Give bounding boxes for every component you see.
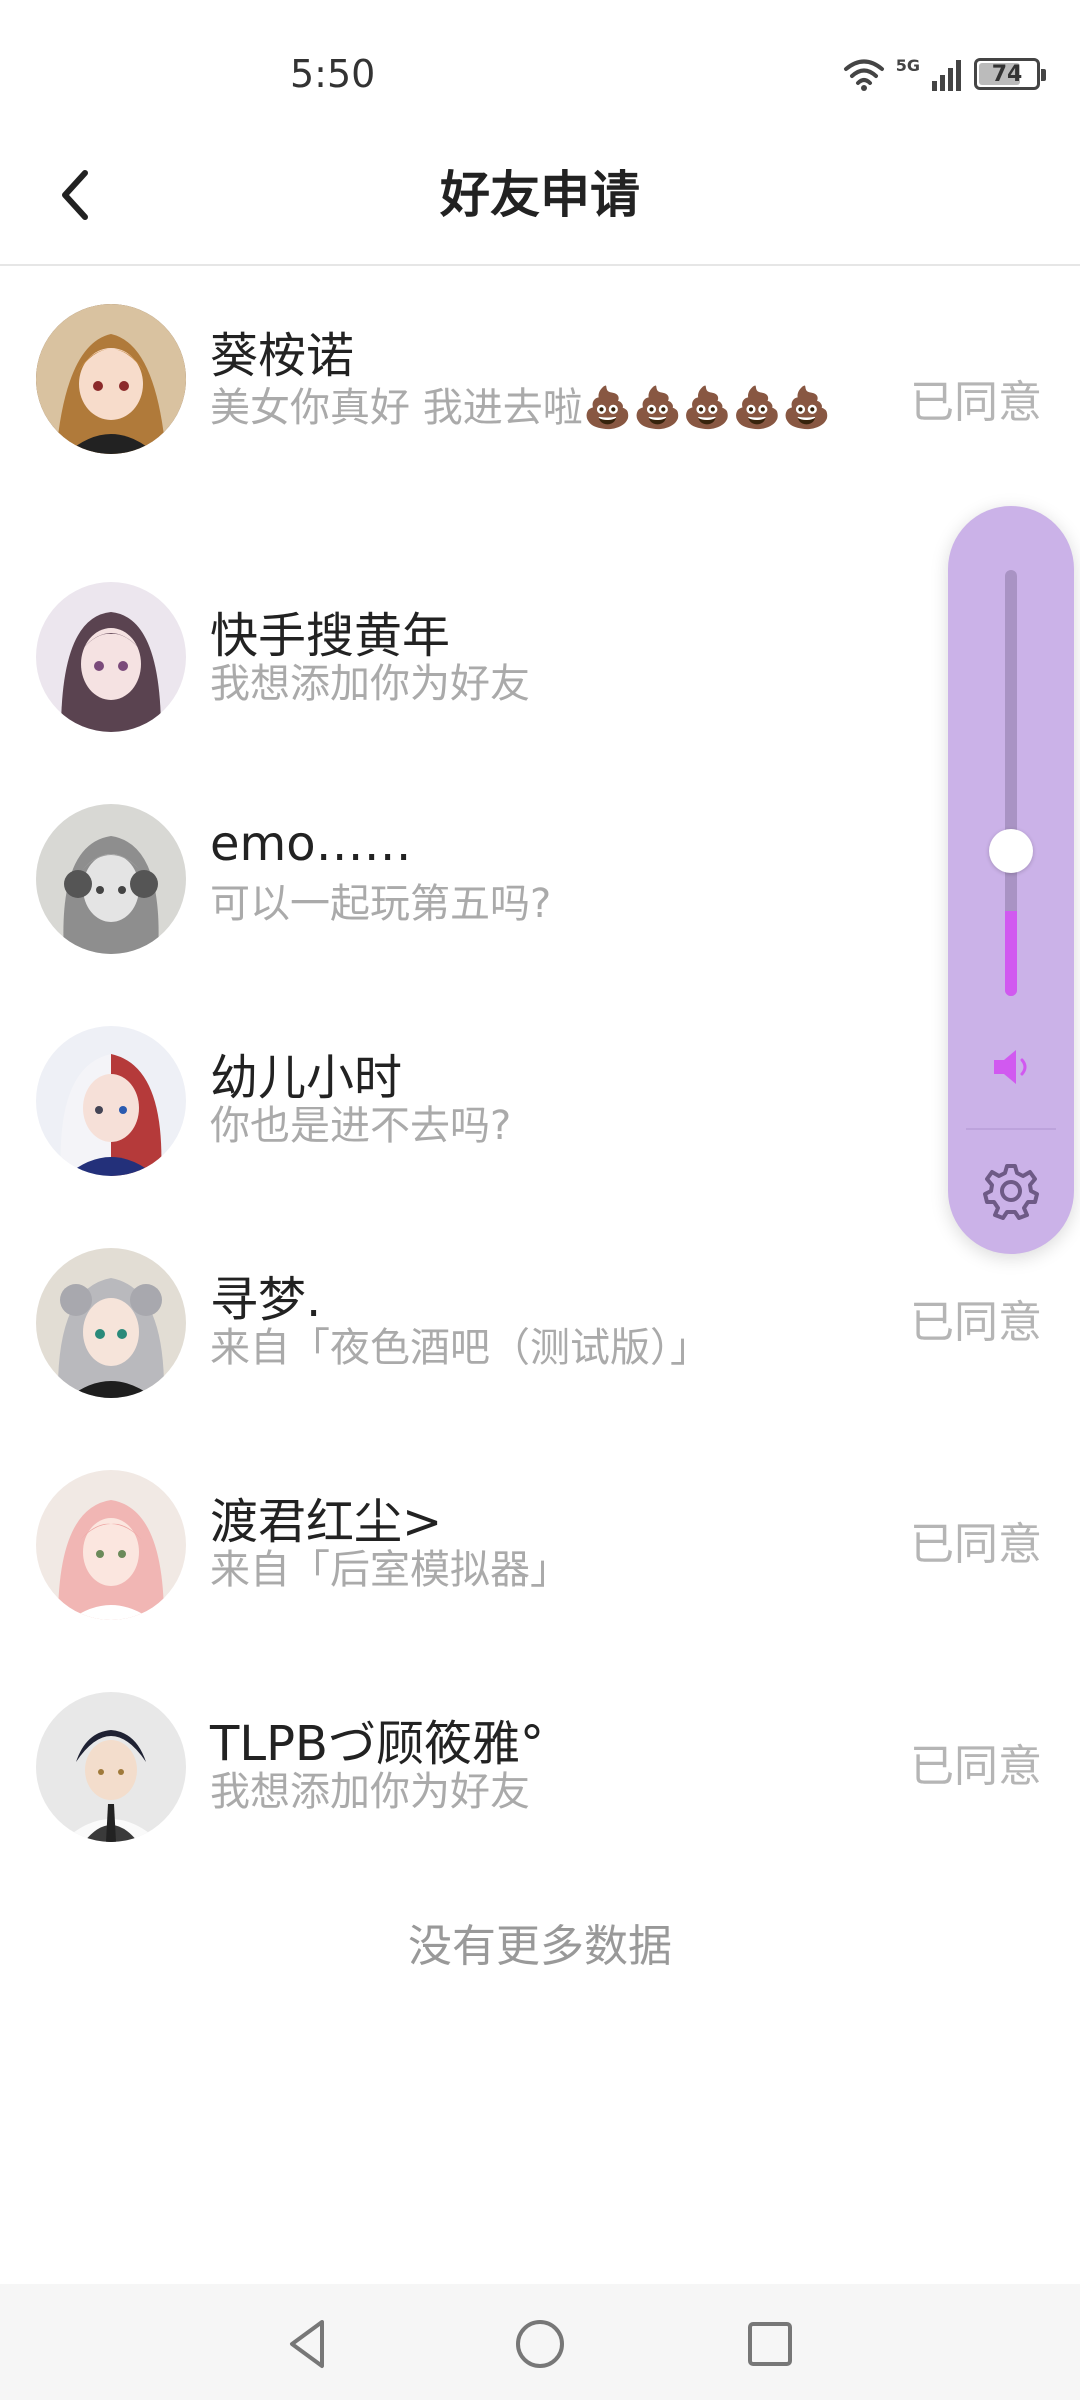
- avatar[interactable]: [36, 1470, 186, 1620]
- request-name: emo……: [210, 816, 412, 872]
- list-item[interactable]: emo…… 可以一起玩第五吗? 已: [0, 804, 1080, 964]
- avatar[interactable]: [36, 582, 186, 732]
- avatar[interactable]: [36, 804, 186, 954]
- battery-level: 74: [991, 61, 1023, 87]
- request-status[interactable]: 已同意: [910, 366, 1042, 430]
- recents-square-icon[interactable]: [740, 2314, 800, 2374]
- list-item[interactable]: 葵桉诺 美女你真好 我进去啦💩💩💩💩💩 已同意: [0, 304, 1080, 574]
- status-bar: 5:50 5G 74: [0, 0, 1080, 150]
- request-message: 来自「后室模拟器」: [210, 1547, 570, 1593]
- volume-slider-fill: [1005, 911, 1017, 996]
- request-status[interactable]: 已同意: [910, 1730, 1042, 1794]
- list-item[interactable]: TLPBづ顾筱雅° 我想添加你为好友 已同意: [0, 1692, 1080, 1852]
- request-message: 美女你真好 我进去啦💩💩💩💩💩: [210, 385, 832, 431]
- no-more-data-label: 没有更多数据: [408, 1921, 672, 1972]
- request-status[interactable]: 已同意: [910, 1508, 1042, 1572]
- home-circle-icon[interactable]: [510, 2314, 570, 2374]
- avatar[interactable]: [36, 1026, 186, 1176]
- request-status[interactable]: 已同意: [910, 1286, 1042, 1350]
- avatar[interactable]: [36, 304, 186, 454]
- list-item[interactable]: 快手搜黄年 我想添加你为好友 已: [0, 582, 1080, 742]
- status-icons: 5G 74: [842, 55, 1046, 92]
- volume-panel-divider: [966, 1128, 1056, 1130]
- gear-icon[interactable]: [982, 1162, 1040, 1220]
- speaker-icon[interactable]: [988, 1044, 1034, 1090]
- request-message: 可以一起玩第五吗?: [210, 881, 552, 927]
- request-message: 我想添加你为好友: [210, 661, 530, 707]
- list-item[interactable]: 渡君红尘> 来自「后室模拟器」 已同意: [0, 1470, 1080, 1630]
- avatar[interactable]: [36, 1692, 186, 1842]
- request-message: 我想添加你为好友: [210, 1769, 530, 1815]
- list-item[interactable]: 幼儿小时 你也是进不去吗? 已: [0, 1026, 1080, 1186]
- volume-slider-thumb[interactable]: [989, 829, 1033, 873]
- signal-icon: [932, 60, 961, 91]
- battery-indicator: 74: [974, 58, 1046, 90]
- status-time: 5:50: [290, 52, 376, 96]
- system-nav-bar: [0, 2284, 1080, 2400]
- wifi-icon: [843, 59, 884, 91]
- network-label: 5G: [895, 55, 920, 75]
- request-message: 你也是进不去吗?: [210, 1103, 512, 1149]
- header: 好友申请: [0, 130, 1080, 266]
- back-triangle-icon[interactable]: [278, 2314, 338, 2374]
- list-item[interactable]: 寻梦. 来自「夜色酒吧（测试版）」 已同意: [0, 1248, 1080, 1408]
- avatar[interactable]: [36, 1248, 186, 1398]
- request-message: 来自「夜色酒吧（测试版）」: [210, 1325, 710, 1371]
- volume-panel[interactable]: [948, 506, 1074, 1254]
- volume-slider-track[interactable]: [1005, 570, 1017, 996]
- page-title: 好友申请: [440, 166, 640, 224]
